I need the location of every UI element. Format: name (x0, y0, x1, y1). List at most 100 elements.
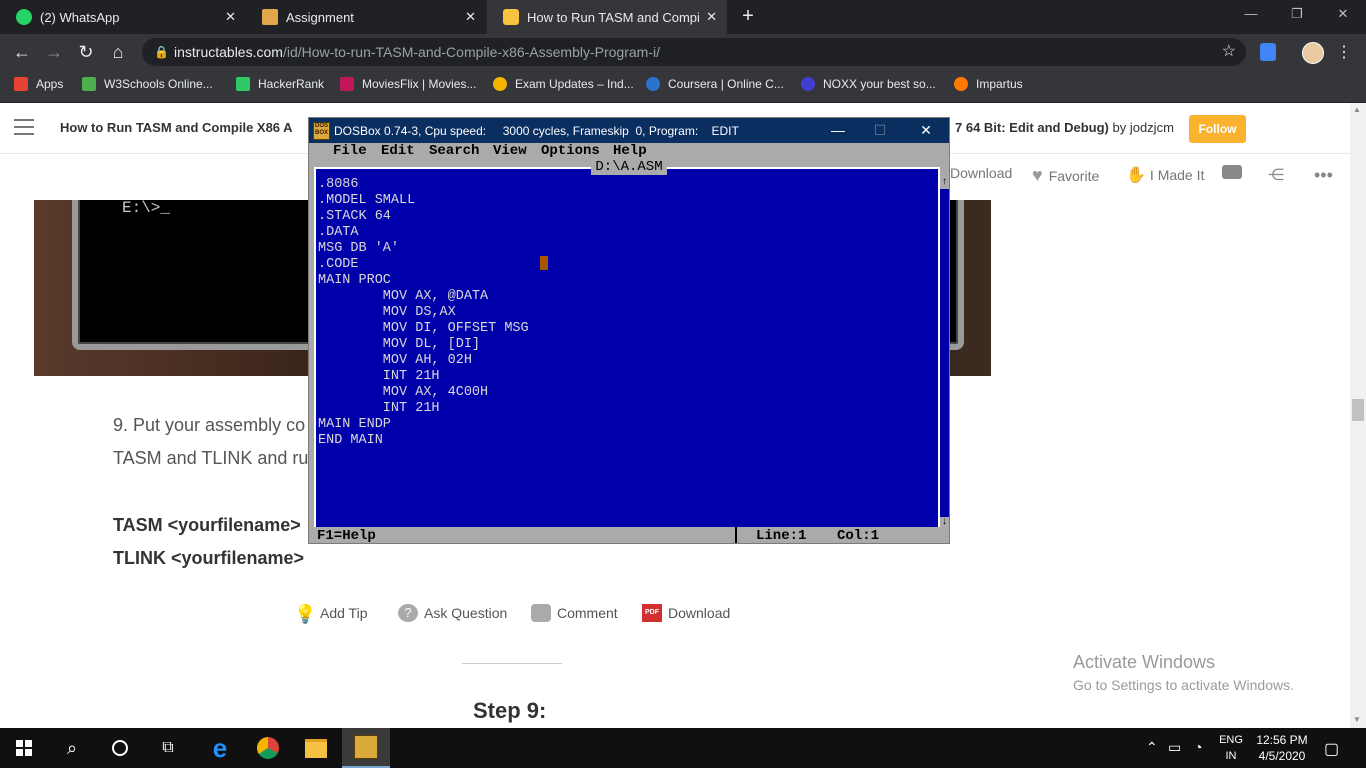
dosbox-titlebar[interactable]: DOS BOX DOSBox 0.74-3, Cpu speed: 3000 cy… (309, 118, 949, 143)
more-options-icon[interactable]: ••• (1314, 165, 1333, 186)
show-hidden-icons-icon[interactable]: ⌃ (1146, 739, 1158, 756)
page-scrollbar[interactable]: ▲ ▼ (1350, 103, 1366, 728)
assignment-site-icon (262, 9, 278, 25)
status-line: Line:1 (756, 528, 807, 544)
browser-toolbar: ← → ↻ ⌂ 🔒 instructables.com/id/How-to-ru… (0, 34, 1366, 70)
close-tab-icon[interactable]: ✕ (706, 9, 717, 25)
step-text-line-2: TASM and TLINK and ru (113, 448, 309, 468)
scroll-up-icon[interactable]: ▲ (1353, 105, 1361, 114)
comments-icon[interactable] (1222, 165, 1242, 179)
extension-icon[interactable] (1260, 43, 1276, 61)
task-view-icon[interactable]: ⧉ (144, 728, 192, 768)
url-path: /id/How-to-run-TASM-and-Compile-x86-Asse… (282, 44, 660, 60)
close-window-icon[interactable]: ✕ (1320, 6, 1366, 22)
scroll-thumb[interactable] (1352, 399, 1364, 421)
minimize-icon[interactable]: — (823, 122, 853, 138)
share-icon[interactable]: ⋲ (1268, 165, 1284, 185)
menu-search[interactable]: Search (429, 143, 479, 159)
scroll-down-icon[interactable]: ▼ (1353, 715, 1361, 724)
file-explorer-icon[interactable] (292, 728, 340, 768)
menu-options[interactable]: Options (541, 143, 600, 159)
windows-start-icon[interactable] (0, 728, 48, 768)
article-title: How to Run TASM and Compile X86 A (60, 120, 293, 135)
editor-scrollbar[interactable]: ↑ ↓ (940, 177, 949, 529)
menu-edit[interactable]: Edit (381, 143, 415, 159)
author-link[interactable]: jodzjcm (1130, 120, 1174, 135)
hamburger-menu-icon[interactable] (14, 119, 34, 140)
download-link[interactable]: Download (950, 165, 1012, 181)
editor-filename: D:\A.ASM (591, 159, 667, 175)
bookmark-hackerrank[interactable]: HackerRank (236, 77, 324, 91)
favorite-label: Favorite (1048, 167, 1100, 184)
bookmark-w3schools[interactable]: W3Schools Online... (82, 77, 213, 91)
forward-arrow-icon[interactable]: → (42, 42, 66, 62)
windows-taskbar: ⌕ ⧉ e ⌃ ▭ ◔ ENG IN 12:56 PM 4/5/2020 ▢ (0, 728, 1366, 768)
assembly-source-code[interactable]: .8086 .MODEL SMALL .STACK 64 .DATA MSG D… (318, 177, 529, 449)
menu-view[interactable]: View (493, 143, 527, 159)
dosbox-title: DOSBox 0.74-3, Cpu speed: 3000 cycles, F… (334, 124, 739, 138)
noxx-icon (801, 77, 815, 91)
bookmark-exam-updates[interactable]: Exam Updates – Ind... (493, 77, 634, 91)
comment-button[interactable]: Comment (531, 604, 618, 622)
dosbox-taskbar-icon[interactable] (342, 728, 390, 768)
address-bar[interactable]: 🔒 instructables.com/id/How-to-run-TASM-a… (142, 38, 1246, 66)
input-language[interactable]: ENG IN (1214, 732, 1248, 764)
restore-icon[interactable]: ❐ (1274, 6, 1320, 22)
notifications-icon[interactable]: ▢ (1324, 739, 1339, 759)
chrome-icon[interactable] (244, 728, 292, 768)
tab-whatsapp[interactable]: (2) WhatsApp ✕ (0, 0, 246, 34)
bookmark-impartus[interactable]: Impartus (954, 77, 1023, 91)
minimize-icon[interactable]: — (1228, 6, 1274, 21)
ask-question-label: Ask Question (424, 605, 508, 621)
browser-tab-strip: (2) WhatsApp ✕ Assignment ✕ How to Run T… (0, 0, 1366, 34)
coursera-icon (646, 77, 660, 91)
bookmark-noxx[interactable]: NOXX your best so... (801, 77, 936, 91)
whatsapp-icon (16, 9, 32, 25)
new-tab-button[interactable]: + (738, 5, 758, 28)
lock-icon: 🔒 (154, 45, 169, 59)
question-icon: ? (398, 604, 418, 622)
code-editor-area[interactable]: .8086 .MODEL SMALL .STACK 64 .DATA MSG D… (314, 167, 940, 529)
article-byline: 7 64 Bit: Edit and Debug) by jodzjcm (955, 120, 1174, 135)
dos-prompt-text: E:\>_ (122, 200, 171, 217)
bookmark-moviesflix[interactable]: MoviesFlix | Movies... (340, 77, 476, 91)
tab-assignment[interactable]: Assignment ✕ (246, 0, 486, 34)
battery-icon[interactable]: ▭ (1168, 739, 1181, 756)
bookmark-coursera[interactable]: Coursera | Online C... (646, 77, 784, 91)
follow-button[interactable]: Follow (1189, 115, 1246, 143)
hand-icon: ✋ (1126, 167, 1146, 184)
maximize-icon[interactable]: ☐ (865, 122, 895, 139)
favorite-button[interactable]: ♥ Favorite (1032, 165, 1099, 186)
w3schools-icon (82, 77, 96, 91)
menu-help[interactable]: Help (613, 143, 647, 159)
status-col: Col:1 (837, 528, 880, 544)
bookmark-apps[interactable]: Apps (14, 77, 63, 91)
i-made-it-button[interactable]: ✋ I Made It (1126, 165, 1204, 185)
tlink-command: TLINK <yourfilename> (113, 548, 305, 568)
close-tab-icon[interactable]: ✕ (225, 9, 236, 25)
cortana-icon[interactable] (96, 728, 144, 768)
ask-question-button[interactable]: ? Ask Question (398, 604, 507, 622)
chrome-menu-icon[interactable]: ⋮ (1336, 42, 1352, 62)
home-icon[interactable]: ⌂ (106, 42, 130, 62)
tab-instructables[interactable]: How to Run TASM and Compile x86 ✕ (487, 0, 727, 34)
tab-label: Assignment (286, 9, 354, 25)
dosbox-window[interactable]: DOS BOX DOSBox 0.74-3, Cpu speed: 3000 cy… (308, 117, 950, 544)
dosbox-screen[interactable]: File Edit Search View Options Help .8086… (309, 143, 949, 544)
wifi-icon[interactable]: ◔ (1194, 739, 1202, 755)
search-icon[interactable]: ⌕ (48, 728, 96, 768)
edge-browser-icon[interactable]: e (196, 728, 244, 768)
bookmark-star-icon[interactable]: ☆ (1222, 38, 1236, 66)
profile-avatar[interactable] (1302, 42, 1324, 64)
close-icon[interactable]: ✕ (911, 122, 941, 139)
activate-windows-title: Activate Windows (1073, 652, 1216, 672)
scroll-up-arrow-icon[interactable]: ↑ (940, 177, 949, 189)
system-clock[interactable]: 12:56 PM 4/5/2020 (1254, 732, 1310, 764)
close-tab-icon[interactable]: ✕ (465, 9, 476, 25)
menu-file[interactable]: File (333, 143, 367, 159)
reload-icon[interactable]: ↻ (74, 42, 98, 62)
download-pdf-button[interactable]: PDF Download (642, 604, 730, 622)
url-host: instructables.com (174, 44, 283, 60)
back-arrow-icon[interactable]: ← (10, 42, 34, 62)
dosbox-app-icon: DOS BOX (313, 122, 330, 140)
